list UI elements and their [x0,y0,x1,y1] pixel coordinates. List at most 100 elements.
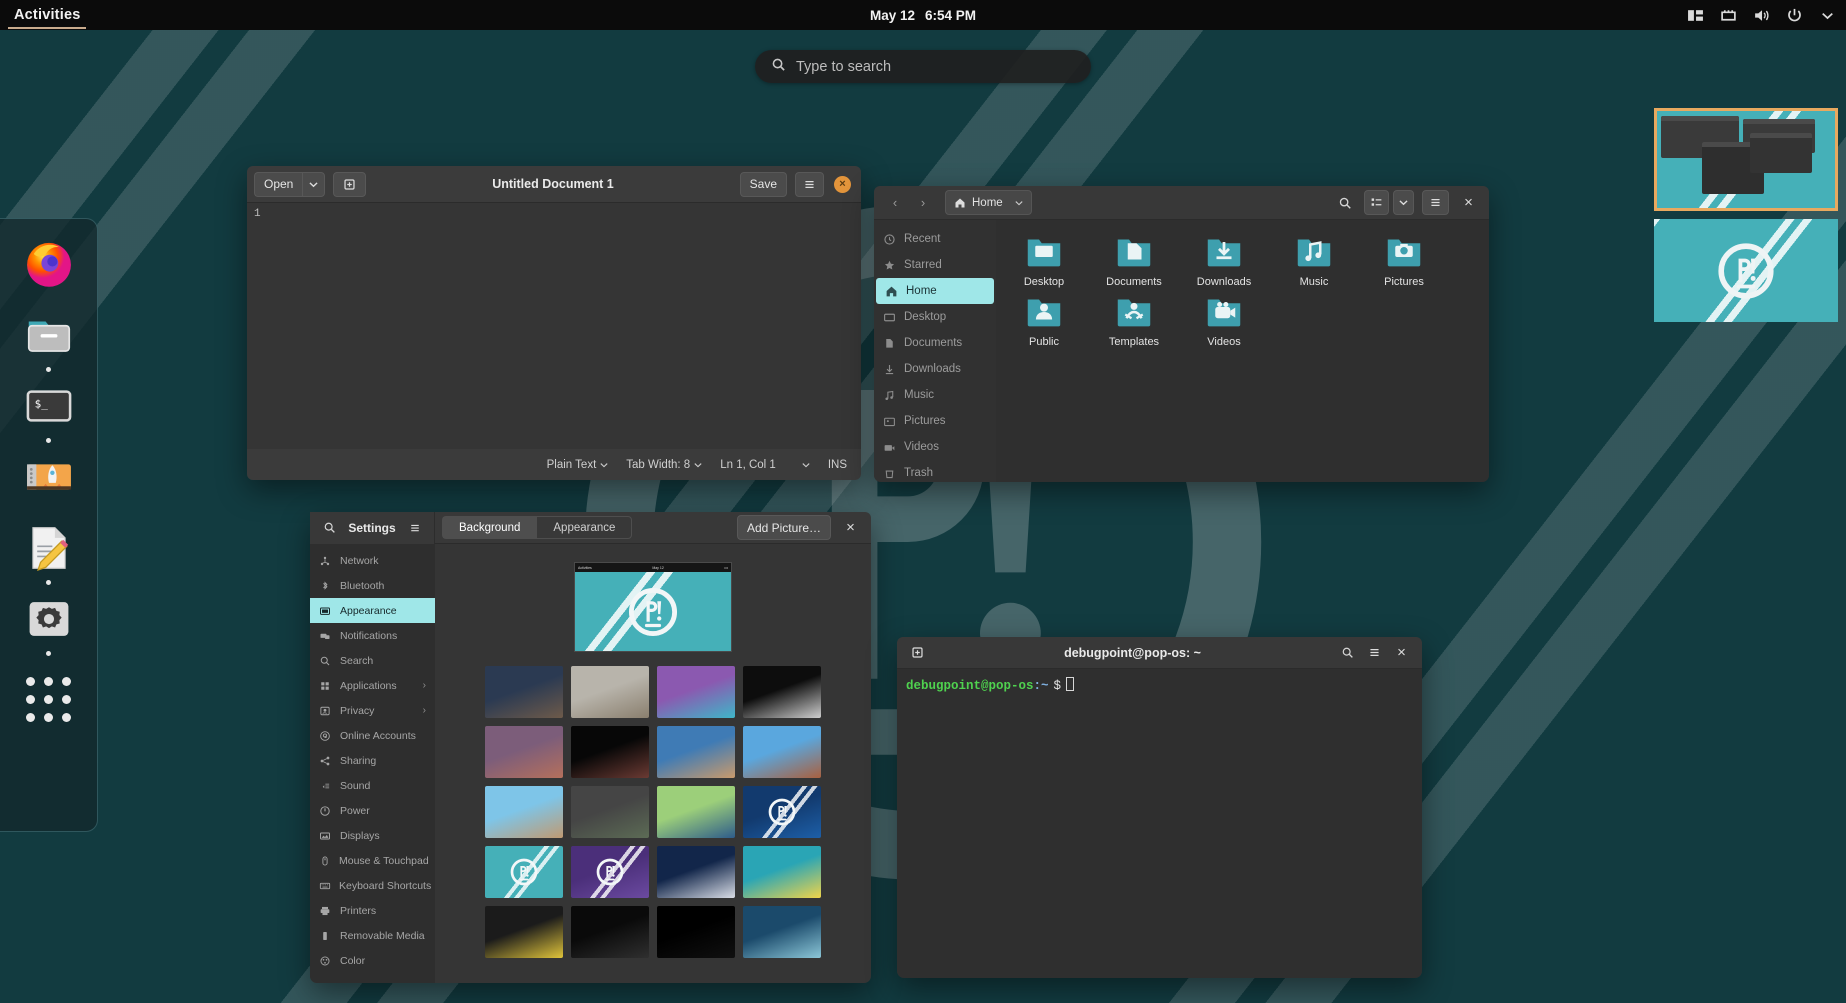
wallpaper-thumbnail[interactable] [485,786,563,838]
new-document-button[interactable] [333,172,366,197]
wallpaper-thumbnail[interactable] [571,846,649,898]
settings-item-bluetooth[interactable]: Bluetooth [310,573,435,598]
file-manager-search-button[interactable] [1331,190,1358,215]
wallpaper-thumbnail[interactable] [571,786,649,838]
chevron-down-icon[interactable] [1819,7,1836,24]
wallpaper-thumbnail[interactable] [485,726,563,778]
sidebar-item-pictures[interactable]: Pictures [874,408,996,434]
power-icon[interactable] [1786,7,1803,24]
terminal-close-button[interactable]: × [1388,640,1415,665]
settings-item-appearance[interactable]: Appearance [310,598,435,623]
wallpaper-thumbnail[interactable] [571,666,649,718]
file-manager-close-button[interactable]: × [1455,190,1482,215]
panel-layout-icon[interactable] [1687,7,1704,24]
settings-item-search[interactable]: Search [310,648,435,673]
settings-item-keyboard-shortcuts[interactable]: Keyboard Shortcuts [310,873,435,898]
settings-item-sound[interactable]: Sound [310,773,435,798]
forward-button[interactable]: › [909,190,937,215]
settings-item-color[interactable]: Color [310,948,435,973]
sidebar-item-trash[interactable]: Trash [874,460,996,482]
wallpaper-thumbnail[interactable] [485,846,563,898]
sidebar-item-videos[interactable]: Videos [874,434,996,460]
terminal-new-tab-button[interactable] [904,640,931,665]
dock-item-files[interactable] [15,308,83,372]
terminal-menu-button[interactable] [1361,640,1388,665]
wallpaper-thumbnail[interactable] [571,726,649,778]
activities-button[interactable]: Activities [0,0,94,30]
tab-background[interactable]: Background [442,516,536,539]
settings-item-displays[interactable]: Displays [310,823,435,848]
settings-item-notifications[interactable]: Notifications [310,623,435,648]
tab-appearance[interactable]: Appearance [536,516,632,539]
dock-item-settings[interactable] [15,592,83,656]
terminal-output-area[interactable]: debugpoint@pop-os:~$ [897,669,1422,978]
folder-item[interactable]: Pictures [1364,232,1444,288]
settings-item-mouse-touchpad[interactable]: Mouse & Touchpad [310,848,435,873]
open-button[interactable]: Open [254,172,302,197]
wallpaper-thumbnail[interactable] [743,906,821,958]
sidebar-item-music[interactable]: Music [874,382,996,408]
view-mode-button[interactable] [1364,190,1389,215]
search-input[interactable]: Type to search [755,50,1091,83]
save-button[interactable]: Save [740,172,787,197]
dock-item-text-editor[interactable] [15,521,83,585]
show-applications-button[interactable] [26,677,71,722]
settings-search-button[interactable] [318,515,340,540]
dock-item-firefox[interactable] [15,237,83,301]
folder-item[interactable]: Templates [1094,292,1174,348]
text-editor-menu-button[interactable] [795,172,824,197]
settings-item-removable-media[interactable]: Removable Media [310,923,435,948]
view-dropdown-button[interactable] [1393,190,1414,215]
sidebar-item-desktop[interactable]: Desktop [874,304,996,330]
text-editor-close-button[interactable]: × [834,176,851,193]
folder-item[interactable]: Videos [1184,292,1264,348]
file-manager-menu-button[interactable] [1422,190,1449,215]
folder-item[interactable]: Downloads [1184,232,1264,288]
folder-item[interactable]: Public [1004,292,1084,348]
language-selector[interactable]: Plain Text [547,459,609,471]
back-button[interactable]: ‹ [881,190,909,215]
terminal-search-button[interactable] [1334,640,1361,665]
cursor-position-selector[interactable]: Ln 1, Col 1 [720,459,810,471]
wallpaper-thumbnail[interactable] [485,906,563,958]
settings-item-applications[interactable]: Applications› [310,673,435,698]
wallpaper-thumbnail[interactable] [657,726,735,778]
open-dropdown-button[interactable] [302,172,325,197]
volume-icon[interactable] [1753,7,1770,24]
wallpaper-thumbnail[interactable] [485,666,563,718]
wallpaper-thumbnail[interactable] [657,666,735,718]
settings-item-printers[interactable]: Printers [310,898,435,923]
tab-width-selector[interactable]: Tab Width: 8 [626,459,702,471]
wallpaper-thumbnail[interactable] [743,726,821,778]
wallpaper-thumbnail[interactable] [743,846,821,898]
sidebar-item-recent[interactable]: Recent [874,226,996,252]
wallpaper-thumbnail[interactable] [657,786,735,838]
settings-item-online-accounts[interactable]: Online Accounts [310,723,435,748]
file-manager-content[interactable]: DesktopDocumentsDownloadsMusicPictures Pu… [996,220,1489,482]
wallpaper-thumbnail[interactable] [657,846,735,898]
workspace-thumbnail-1[interactable] [1654,108,1838,211]
folder-item[interactable]: Documents [1094,232,1174,288]
dock-item-pop-shop[interactable] [15,450,83,514]
sidebar-item-home[interactable]: Home [876,278,994,304]
path-button-home[interactable]: Home [945,190,1032,215]
settings-item-power[interactable]: Power [310,798,435,823]
add-picture-button[interactable]: Add Picture… [737,515,831,540]
text-editor-text-area[interactable]: 1 [247,203,861,449]
wallpaper-thumbnail[interactable] [657,906,735,958]
settings-item-privacy[interactable]: Privacy› [310,698,435,723]
settings-menu-button[interactable] [404,515,426,540]
folder-item[interactable]: Music [1274,232,1354,288]
sidebar-item-downloads[interactable]: Downloads [874,356,996,382]
workspace-thumbnail-2[interactable] [1654,219,1838,322]
clock-button[interactable]: May 12 6:54 PM [870,8,976,23]
settings-item-sharing[interactable]: Sharing [310,748,435,773]
wallpaper-thumbnail[interactable] [743,786,821,838]
network-wired-icon[interactable] [1720,7,1737,24]
folder-item[interactable]: Desktop [1004,232,1084,288]
wallpaper-thumbnail[interactable] [743,666,821,718]
sidebar-item-documents[interactable]: Documents [874,330,996,356]
settings-close-button[interactable]: × [837,515,864,540]
settings-item-network[interactable]: Network [310,548,435,573]
wallpaper-thumbnail[interactable] [571,906,649,958]
